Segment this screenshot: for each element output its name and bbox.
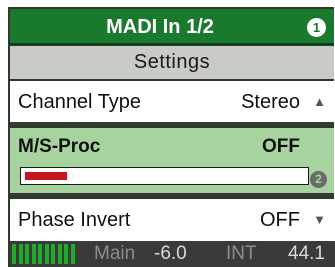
step-badge-2-icon: 2 — [310, 171, 327, 188]
channel-title: MADI In 1/2 — [106, 16, 214, 38]
channel-type-label: Channel Type — [18, 91, 142, 113]
level-meter-segment — [70, 244, 75, 264]
ms-proc-level-fill — [25, 172, 67, 180]
level-meter-segment — [18, 244, 23, 264]
ms-proc-value[interactable]: OFF — [262, 134, 300, 160]
level-meter-segment — [31, 244, 36, 264]
ms-proc-level-slider[interactable] — [20, 167, 309, 185]
settings-heading: Settings — [10, 46, 334, 79]
ms-proc-label: M/S-Proc — [18, 136, 101, 157]
level-meter-icon — [10, 244, 78, 264]
triangle-up-icon[interactable]: ▲ — [313, 81, 326, 123]
status-clock: INT — [226, 243, 257, 264]
phase-invert-row[interactable]: Phase Invert OFF ▼ — [10, 199, 334, 241]
status-gain: -6.0 — [154, 243, 187, 264]
level-meter-segment — [25, 244, 29, 264]
madi-settings-panel: MADI In 1/2 1 Settings Channel Type Ster… — [0, 0, 335, 267]
status-bar: Main -6.0 INT 44.1 — [10, 241, 335, 267]
status-sample-rate: 44.1 — [288, 243, 325, 264]
level-meter-segment — [51, 244, 55, 264]
channel-type-value[interactable]: Stereo — [241, 81, 300, 123]
level-meter-segment — [12, 244, 16, 264]
level-meter-segment — [44, 244, 49, 264]
status-output: Main — [94, 243, 136, 264]
level-meter-segment — [57, 244, 62, 264]
step-badge-1-icon: 1 — [307, 18, 326, 37]
title-bar: MADI In 1/2 1 — [10, 9, 334, 45]
level-meter-segment — [64, 244, 68, 264]
phase-invert-label: Phase Invert — [18, 209, 131, 231]
ms-proc-row[interactable]: M/S-Proc OFF 2 — [10, 128, 334, 196]
channel-type-row[interactable]: Channel Type Stereo ▲ — [10, 81, 334, 125]
triangle-down-icon[interactable]: ▼ — [313, 199, 326, 241]
phase-invert-value[interactable]: OFF — [260, 199, 300, 241]
level-meter-segment — [38, 244, 42, 264]
